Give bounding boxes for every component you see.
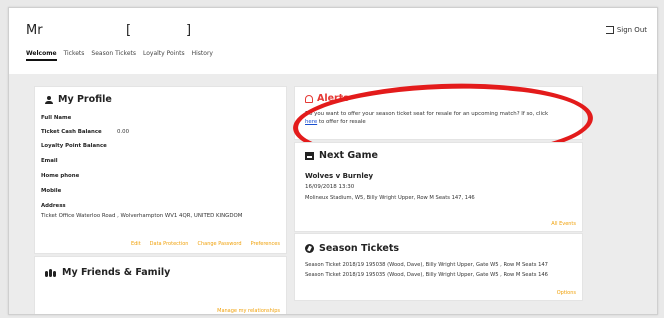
alert-here-link[interactable]: here xyxy=(305,119,317,125)
friends-title-text: My Friends & Family xyxy=(62,267,171,278)
home-phone-label: Home phone xyxy=(41,173,80,179)
email-label: Email xyxy=(41,158,58,164)
alerts-title: Alerts xyxy=(305,93,349,104)
profile-title: My Profile xyxy=(45,94,112,105)
ticket-cash-balance-label: Ticket Cash Balance xyxy=(41,129,102,135)
user-bracket-close: ] xyxy=(186,23,192,38)
alerts-message: Do you want to offer your season ticket … xyxy=(305,110,555,126)
profile-title-text: My Profile xyxy=(58,94,112,105)
tab-loyalty-points[interactable]: Loyalty Points xyxy=(143,50,185,61)
profile-actions: Edit Data Protection Change Password Pre… xyxy=(131,241,280,247)
options-link[interactable]: Options xyxy=(557,290,576,296)
next-game-card: Next Game Wolves v Burnley 16/09/2018 13… xyxy=(294,142,583,232)
profile-card: My Profile Full Name Ticket Cash Balance… xyxy=(34,86,287,254)
alert-text-after: to offer for resale xyxy=(317,119,366,126)
edit-link[interactable]: Edit xyxy=(131,241,141,247)
next-game-title: Next Game xyxy=(305,150,378,161)
ticket-cash-balance-value: 0.00 xyxy=(117,129,130,135)
tab-tickets[interactable]: Tickets xyxy=(64,50,85,61)
ticket-icon xyxy=(305,244,314,253)
all-events-link[interactable]: All Events xyxy=(551,221,576,227)
tab-welcome[interactable]: Welcome xyxy=(26,50,57,61)
alerts-card: Alerts Do you want to offer your season … xyxy=(294,86,583,140)
loyalty-point-balance-label: Loyalty Point Balance xyxy=(41,143,107,149)
group-icon xyxy=(45,268,57,277)
account-tabs: Welcome Tickets Season Tickets Loyalty P… xyxy=(26,50,213,61)
friends-card: My Friends & Family Manage my relationsh… xyxy=(34,256,287,314)
manage-relationships-link[interactable]: Manage my relationships xyxy=(217,308,280,314)
friends-title: My Friends & Family xyxy=(45,267,170,278)
sign-out-label: Sign Out xyxy=(616,26,647,34)
alert-text-before: Do you want to offer your season ticket … xyxy=(305,111,549,117)
full-name-label: Full Name xyxy=(41,115,72,121)
match-title: Wolves v Burnley xyxy=(305,172,374,180)
season-tickets-title: Season Tickets xyxy=(305,243,399,254)
user-bracket-open: [ xyxy=(126,23,132,38)
season-ticket-1: Season Ticket 2018/19 195038 (Wood, Dave… xyxy=(305,262,548,268)
tab-history[interactable]: History xyxy=(192,50,213,61)
match-venue: Molineux Stadium, W5, Billy Wright Upper… xyxy=(305,195,475,201)
season-tickets-title-text: Season Tickets xyxy=(319,243,400,254)
address-label: Address xyxy=(41,203,66,209)
address-value: Ticket Office Waterloo Road , Wolverhamp… xyxy=(41,213,243,219)
next-game-title-text: Next Game xyxy=(319,150,378,161)
change-password-link[interactable]: Change Password xyxy=(197,241,241,247)
sign-out-icon xyxy=(605,26,614,34)
match-date: 16/09/2018 13:30 xyxy=(305,184,355,190)
tab-season-tickets[interactable]: Season Tickets xyxy=(91,50,136,61)
calendar-icon xyxy=(305,151,314,160)
data-protection-link[interactable]: Data Protection xyxy=(150,241,189,247)
alerts-title-text: Alerts xyxy=(317,93,349,104)
season-tickets-card: Season Tickets Season Ticket 2018/19 195… xyxy=(294,233,583,301)
page-frame: Mr [ ] Sign Out Welcome Tickets Season T… xyxy=(8,7,658,315)
preferences-link[interactable]: Preferences xyxy=(251,241,280,247)
header: Mr [ ] Sign Out Welcome Tickets Season T… xyxy=(9,8,657,74)
season-ticket-2: Season Ticket 2018/19 195035 (Wood, Dave… xyxy=(305,272,548,278)
bell-icon xyxy=(305,94,313,103)
sign-out-button[interactable]: Sign Out xyxy=(605,26,647,34)
user-icon xyxy=(45,95,53,104)
mobile-label: Mobile xyxy=(41,188,62,194)
user-name: Mr xyxy=(26,23,43,38)
